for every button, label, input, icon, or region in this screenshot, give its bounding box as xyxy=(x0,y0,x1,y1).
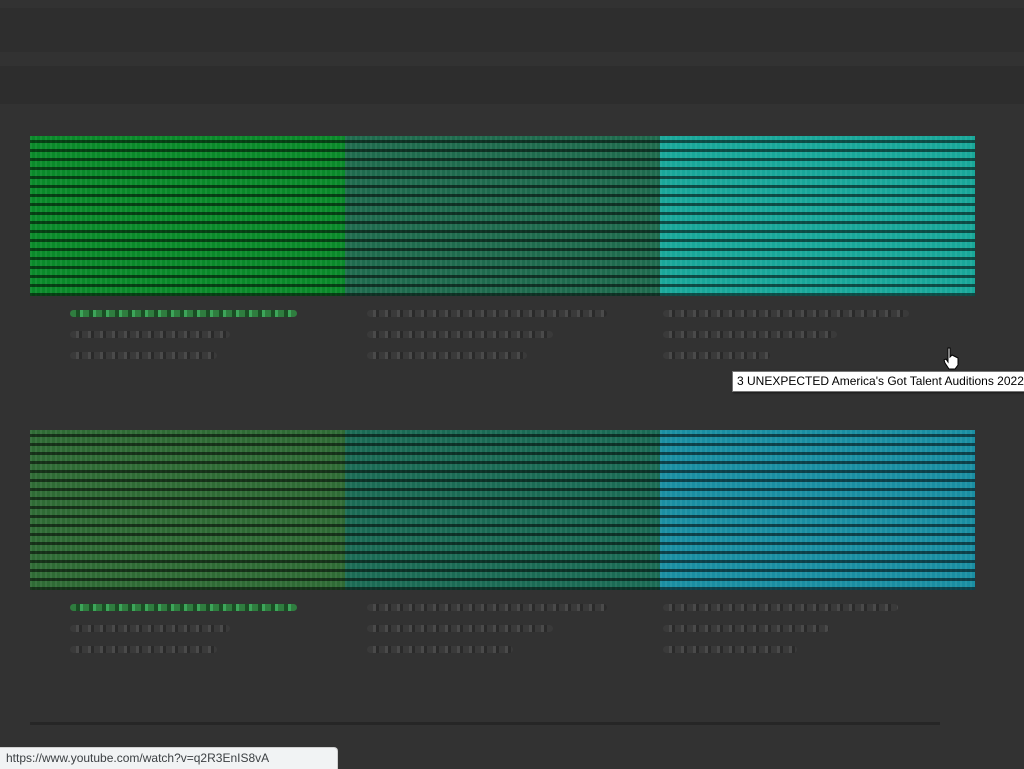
video-thumbnail[interactable] xyxy=(345,136,660,296)
video-meta[interactable] xyxy=(366,604,634,667)
status-bar-url: https://www.youtube.com/watch?v=q2R3EnIS… xyxy=(0,747,338,769)
video-meta[interactable] xyxy=(70,604,337,667)
divider xyxy=(30,722,940,725)
video-thumbnail[interactable] xyxy=(660,136,975,296)
video-meta[interactable] xyxy=(70,310,337,373)
video-row-2 xyxy=(30,430,975,590)
video-title-tooltip: 3 UNEXPECTED America's Got Talent Auditi… xyxy=(732,371,1024,392)
video-meta[interactable] xyxy=(663,604,930,667)
video-meta[interactable] xyxy=(663,310,930,373)
video-meta-row-1 xyxy=(70,310,930,373)
video-thumbnail[interactable] xyxy=(660,430,975,590)
video-thumbnail[interactable] xyxy=(30,136,345,296)
video-meta-row-2 xyxy=(70,604,930,667)
top-header-bar xyxy=(0,8,1024,52)
video-meta[interactable] xyxy=(366,310,634,373)
video-row-1 xyxy=(30,136,975,296)
chip-filter-bar xyxy=(0,66,1024,104)
video-thumbnail[interactable] xyxy=(345,430,660,590)
video-thumbnail[interactable] xyxy=(30,430,345,590)
hand-pointer-icon xyxy=(943,347,959,370)
